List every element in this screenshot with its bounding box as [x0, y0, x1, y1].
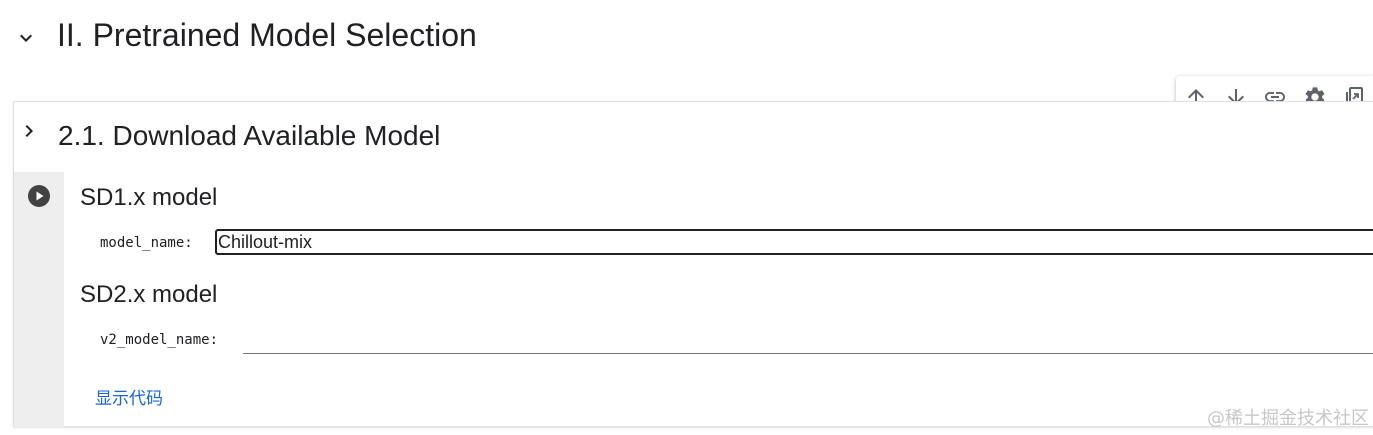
chevron-down-icon[interactable]	[14, 26, 38, 50]
chevron-right-icon[interactable]	[17, 119, 41, 143]
watermark: @稀土掘金技术社区	[1207, 408, 1369, 429]
subsection-title: 2.1. Download Available Model	[58, 120, 441, 151]
sd2-heading: SD2.x model	[80, 281, 218, 308]
play-circle-icon[interactable]	[27, 184, 51, 208]
form-cell: 2.1. Download Available Model SD1.x mode…	[13, 101, 1373, 427]
section-header: II. Pretrained Model Selection	[0, 0, 1373, 78]
v2-model-name-label: v2_model_name:	[100, 332, 219, 348]
v2-model-name-input[interactable]	[243, 328, 1373, 354]
section-title: II. Pretrained Model Selection	[57, 17, 477, 53]
sd1-heading: SD1.x model	[80, 184, 218, 211]
model-name-input[interactable]	[215, 229, 1373, 255]
cell-gutter	[14, 172, 64, 427]
show-code-link[interactable]: 显示代码	[95, 384, 163, 409]
model-name-label: model_name:	[100, 235, 193, 251]
